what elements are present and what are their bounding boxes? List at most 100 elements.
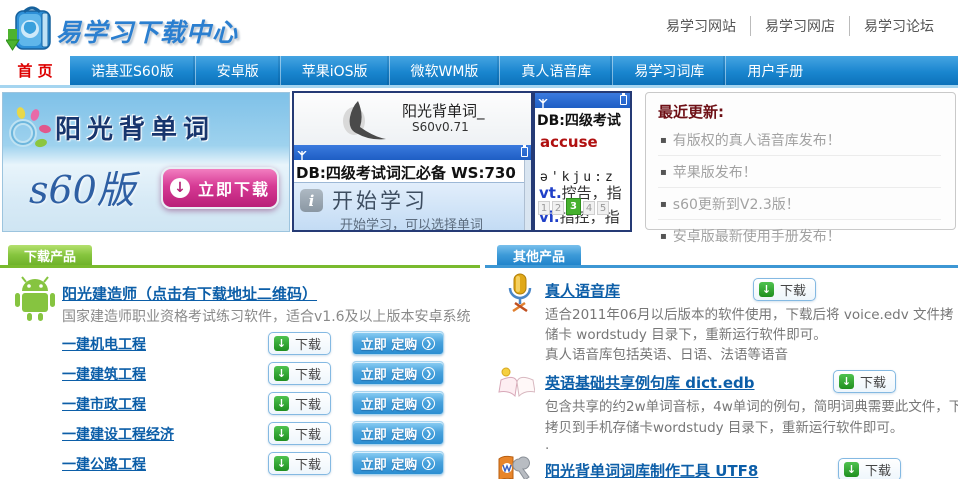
nav-tab-home[interactable]: 首 页 (0, 56, 70, 85)
download-arrow-icon: ↓ (170, 178, 190, 198)
arrow-right-icon: ❯ (422, 397, 435, 410)
arrow-right-icon: ❯ (422, 427, 435, 440)
download-button[interactable]: ↓下载 (268, 332, 331, 355)
download-arrow-icon: ↓ (274, 426, 289, 441)
nav-tab-user-manual[interactable]: 用户手册 (725, 56, 824, 85)
promo-banner: 阳光背单词 s60版 ↓ 立即下载 (2, 92, 290, 232)
bullet-icon: ▪ (660, 167, 667, 178)
other-link-dict-maker[interactable]: 阳光背单词词库制作工具 UTF8 (545, 460, 758, 479)
other-link-voice-library[interactable]: 真人语音库 (545, 280, 620, 301)
bullet-icon: ▪ (660, 199, 667, 210)
book-bulb-icon (497, 366, 535, 402)
sentence-desc-line-2: 拷贝到手机存储卡wordstudy 目录下，重新运行软件即可。 (545, 416, 903, 436)
download-link-gonglu[interactable]: 一建公路工程 (62, 454, 146, 474)
status-bar (294, 145, 531, 160)
tool-book-icon (497, 455, 533, 479)
download-button[interactable]: ↓下载 (753, 278, 816, 301)
sentence-desc-line-3: . (545, 437, 549, 453)
screenshot-scrollbar (524, 160, 531, 230)
app-version: S60v0.71 (412, 120, 469, 134)
battery-icon (620, 95, 627, 105)
info-icon: i (300, 189, 323, 212)
update-item[interactable]: ▪苹果版发布！ (658, 156, 941, 188)
updates-title: 最近更新: (658, 101, 941, 122)
order-button[interactable]: 立即 定购❯ (352, 361, 444, 385)
nav-tab-nokia-s60[interactable]: 诺基亚S60版 (70, 56, 195, 85)
download-button[interactable]: ↓下载 (838, 458, 901, 479)
update-item[interactable]: ▪有版权的真人语音库发布！ (658, 124, 941, 156)
app-screenshot-word-card: DB:四级考试 accuse ə'kju:z vt.控告，指 vi.指控，指 1… (533, 91, 632, 232)
nav-tab-android[interactable]: 安卓版 (195, 56, 280, 85)
download-button[interactable]: ↓下载 (833, 370, 896, 393)
download-link-jianzhu[interactable]: 一建建筑工程 (62, 364, 146, 384)
others-divider (485, 265, 958, 268)
update-item[interactable]: ▪s60更新到V2.3版！ (658, 188, 941, 220)
download-button[interactable]: ↓下载 (268, 362, 331, 385)
download-arrow-icon: ↓ (844, 462, 859, 477)
download-button[interactable]: ↓下载 (268, 392, 331, 415)
top-link-website[interactable]: 易学习网站 (652, 16, 750, 36)
download-button[interactable]: ↓下载 (268, 422, 331, 445)
site-title: 易学习下载中心 (56, 13, 238, 49)
pager-5[interactable]: 5 (597, 201, 609, 215)
app-title: 阳光背单词_ (402, 100, 485, 121)
download-link-shizheng[interactable]: 一建市政工程 (62, 394, 146, 414)
order-button[interactable]: 立即 定购❯ (352, 331, 444, 355)
update-item[interactable]: ▪安卓版最新使用手册发布！ (658, 220, 941, 251)
download-link-jidian[interactable]: 一建机电工程 (62, 334, 146, 354)
download-arrow-icon: ↓ (839, 374, 854, 389)
order-button[interactable]: 立即 定购❯ (352, 391, 444, 415)
section-tab-downloads: 下载产品 (8, 245, 92, 265)
top-links: 易学习网站 易学习网店 易学习论坛 (652, 16, 948, 36)
pager-3-active[interactable]: 3 (566, 198, 581, 215)
main-nav: 首 页 诺基亚S60版 安卓版 苹果iOS版 微软WM版 真人语音库 易学习词库… (0, 56, 958, 85)
nav-tab-ios[interactable]: 苹果iOS版 (280, 56, 389, 85)
arrow-right-icon: ❯ (422, 367, 435, 380)
nav-underline (0, 85, 958, 88)
status-bar-2 (535, 93, 630, 108)
site-logo-icon (6, 3, 56, 53)
battery-icon (521, 147, 528, 157)
pager-2[interactable]: 2 (552, 201, 564, 215)
banner-edition: s60版 (29, 159, 135, 214)
nav-tab-wm[interactable]: 微软WM版 (389, 56, 500, 85)
page: 易学习下载中心 易学习网站 易学习网店 易学习论坛 首 页 诺基亚S60版 安卓… (0, 0, 958, 479)
db-status-line-2: DB:四级考试 (535, 108, 630, 130)
top-link-forum[interactable]: 易学习论坛 (849, 16, 948, 36)
android-icon (14, 275, 56, 326)
product-desc: 国家建造师职业资格考试练习软件，适合v1.6及以上版本安卓系统 (62, 306, 471, 326)
nav-tab-dictionary[interactable]: 易学习词库 (612, 56, 725, 85)
download-button[interactable]: ↓下载 (268, 452, 331, 475)
menu-item-desc: 开始学习，可以选择单词 (340, 214, 483, 232)
download-arrow-icon: ↓ (759, 282, 774, 297)
order-button[interactable]: 立即 定购❯ (352, 451, 444, 475)
nav-tab-voice-library[interactable]: 真人语音库 (499, 56, 612, 85)
recent-updates-panel: 最近更新: ▪有版权的真人语音库发布！ ▪苹果版发布！ ▪s60更新到V2.3版… (645, 92, 956, 230)
order-button[interactable]: 立即 定购❯ (352, 421, 444, 445)
banner-logo-icon (7, 107, 53, 153)
download-arrow-icon: ↓ (274, 456, 289, 471)
sentence-desc-line-1: 包含共享的约2w单词音标，4w单词的例句，简明词典需要此文件，下 (545, 395, 958, 415)
top-link-store[interactable]: 易学习网店 (750, 16, 849, 36)
pager-4[interactable]: 4 (583, 201, 595, 215)
voice-desc-line-1: 适合2011年06月以后版本的软件使用，下载后将 voice.edv 文件拷 (545, 303, 954, 323)
other-link-sentence-library[interactable]: 英语基础共享例句库 dict.edb (545, 372, 755, 393)
db-status-line: DB:四级考试词汇必备 WS:730 (294, 160, 531, 182)
screenshot-app-header: 阳光背单词_ S60v0.71 (294, 93, 531, 145)
banner-download-button[interactable]: ↓ 立即下载 (161, 167, 279, 209)
downloads-divider (0, 265, 480, 268)
arrow-right-icon: ❯ (422, 457, 435, 470)
pager-1[interactable]: 1 (538, 201, 550, 215)
voice-desc-line-3: 真人语音库包括英语、日语、法语等语音 (545, 343, 788, 363)
carousel-pager: 1 2 3 4 5 (538, 198, 609, 215)
download-arrow-icon: ↓ (274, 396, 289, 411)
product-link-builder[interactable]: 阳光建造师（点击有下载地址二维码） (62, 283, 317, 304)
download-link-jingji[interactable]: 一建建设工程经济 (62, 424, 174, 444)
bullet-icon: ▪ (660, 231, 667, 242)
bullet-icon: ▪ (660, 135, 667, 146)
download-arrow-icon: ↓ (274, 366, 289, 381)
download-arrow-icon: ↓ (274, 336, 289, 351)
menu-item-title: 开始学习 (332, 185, 428, 215)
selected-menu-item: i 开始学习 开始学习，可以选择单词 (294, 182, 531, 232)
app-logo-icon (336, 99, 388, 145)
